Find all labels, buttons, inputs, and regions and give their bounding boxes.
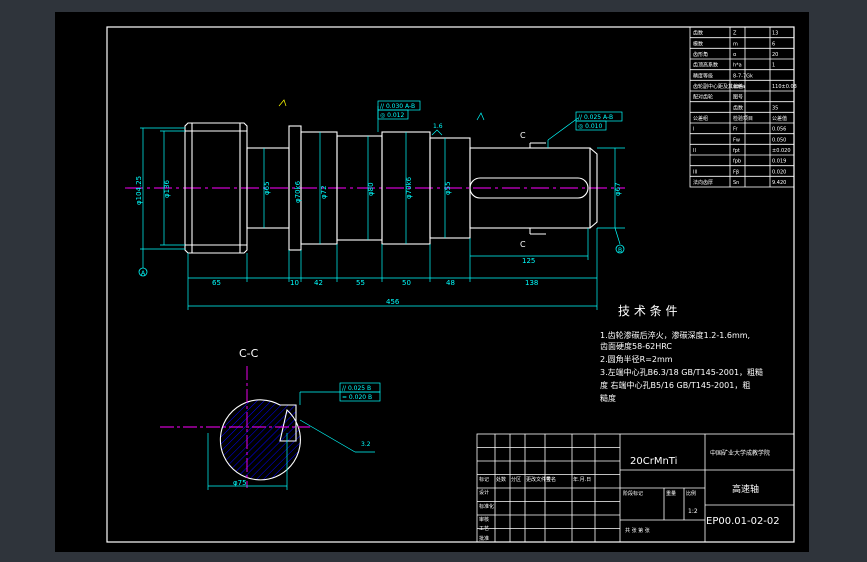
tech-title: 技 术 条 件 (618, 304, 677, 318)
dim-bottom-1: 65 (212, 279, 221, 287)
param-cell: fpt (733, 148, 740, 154)
param-cell: 齿数 (693, 30, 703, 37)
param-cell: 模数 (693, 40, 703, 47)
param-cell: 法向齿厚 (693, 179, 713, 186)
param-cell: 0.056 (772, 127, 786, 133)
tb-stage-label: 比例 (686, 490, 696, 497)
param-cell: 图号 (733, 95, 743, 101)
tb-material: 20CrMnTi (630, 456, 677, 467)
param-cell: 公差组 (693, 115, 708, 122)
param-cell: Sn (733, 180, 739, 186)
tech-line-1: 1.齿轮渗碳后淬火，渗碳深度1.2-1.6mm, (600, 330, 750, 340)
param-cell: Z (733, 31, 737, 37)
tb-row-label: 工艺 (479, 526, 489, 532)
tb-stage-label: 重量 (666, 490, 676, 497)
dim-root-dia: φ136 (163, 179, 171, 198)
param-cell: h*a (733, 63, 742, 69)
sheet-background (55, 12, 809, 552)
param-cell: Fw (733, 137, 740, 143)
cad-viewport: 齿数 Z 13 模数 m 6 齿形角 α 20 齿顶高系数 h*a 1 精度等级 8-7-7Gk 齿轮副中心… (0, 0, 867, 562)
tb-row-label: 设计 (479, 489, 489, 496)
dim-gear-dia: φ104.25 (135, 176, 143, 205)
param-cell: m (733, 41, 738, 47)
dim-dia-3: φ72 (320, 185, 328, 199)
section-mark-top: C (520, 131, 526, 140)
gdt-sec-2: = 0.020 B (342, 394, 372, 401)
section-title: C-C (239, 347, 259, 360)
gdt-sec-1: // 0.025 B (342, 385, 371, 392)
param-cell: 6 (772, 41, 775, 47)
param-cell: 9.420 (772, 180, 786, 186)
gdt-left-1: // 0.030 A-B (380, 103, 415, 110)
param-cell: 检验项目 (733, 115, 753, 122)
param-cell: III (693, 169, 697, 175)
dim-dia-5: φ70k6 (405, 176, 413, 199)
param-cell: 齿数 (733, 104, 743, 111)
param-cell: 齿顶高系数 (693, 62, 718, 69)
tech-line-4: 3.左端中心孔B6.3/18 GB/T145-2001，粗糙 (600, 367, 763, 377)
tb-col-label: 标记 (479, 476, 489, 483)
gdt-left-2: ◎ 0.012 (380, 112, 405, 119)
param-cell: 公差值 (772, 115, 787, 122)
dim-dia-1: φ65 (263, 181, 271, 195)
param-cell: 齿形角 (693, 51, 708, 58)
tb-scale: 1:2 (688, 508, 698, 515)
param-cell: 1 (772, 63, 775, 69)
section-hatch (219, 399, 301, 481)
dim-bottom-3: 42 (314, 279, 323, 287)
tb-sheet: 共 张 第 张 (625, 527, 650, 534)
tb-col-label: 处数 (496, 476, 506, 483)
dim-dia-4: φ80 (367, 182, 375, 196)
dim-bottom-5: 50 (402, 279, 411, 287)
gdt-right-1: // 0.025 A-B (578, 114, 613, 121)
dim-bottom-2: 10 (290, 279, 299, 287)
dim-dia-7: φ67 (614, 182, 622, 196)
dim-bottom-6: 48 (446, 279, 455, 287)
engineering-drawing: 齿数 Z 13模数 m 6齿形角 α 20齿顶高系数 h*a 1精度等级 8-7-7Gk齿轮副中心… (55, 12, 809, 552)
dim-section-dia: φ75 (233, 479, 247, 487)
tb-school: 中国矿业大学成教学院 (710, 449, 770, 457)
dim-bottom-7: 138 (525, 279, 538, 287)
tech-line-2: 齿面硬度58-62HRC (600, 341, 672, 351)
param-cell: 110±0.03 (772, 84, 797, 90)
dim-keyway-len: 125 (522, 257, 535, 265)
tb-drawing-no: EP00.01-02-02 (706, 516, 780, 527)
tb-col-label: 签名 (546, 476, 556, 483)
tb-part-name: 高速轴 (732, 483, 759, 495)
param-cell: 0.019 (772, 159, 786, 165)
param-cell: a±fa (733, 84, 745, 90)
param-cell: 8-7-7Gk (733, 73, 753, 79)
param-cell: 精度等级 (693, 72, 713, 79)
dim-dia-2: φ70k6 (294, 180, 302, 203)
roughness-a: 1.6 (433, 123, 443, 130)
tb-row-label: 标准化 (479, 503, 494, 510)
param-cell: ±0.020 (772, 148, 791, 154)
param-cell: 35 (772, 105, 778, 111)
tb-row-label: 审核 (479, 516, 489, 523)
gdt-right-2: ◎ 0.010 (578, 123, 603, 130)
dim-dia-6: φ55 (444, 181, 452, 195)
tb-col-label: 分区 (511, 476, 521, 483)
dim-bottom-4: 55 (356, 279, 365, 287)
tb-stage-label: 阶段标记 (623, 490, 643, 497)
param-cell: 0.050 (772, 137, 786, 143)
param-cell: 0.020 (772, 169, 786, 175)
param-cell: Fβ (733, 169, 739, 175)
param-cell: I (693, 127, 694, 133)
param-cell: 配对齿轮 (693, 94, 713, 101)
tb-col-label: 年.月.日 (573, 476, 591, 483)
param-cell: fpb (733, 159, 741, 165)
tech-line-6: 糙度 (600, 393, 616, 403)
section-mark-bottom: C (520, 240, 526, 249)
param-cell: II (693, 148, 696, 154)
datum-b-label: B (618, 247, 622, 254)
roughness-b: 3.2 (361, 441, 371, 448)
tb-row-label: 批准 (479, 535, 489, 542)
dim-total: 456 (386, 298, 400, 306)
param-cell: 20 (772, 52, 778, 58)
param-cell: 13 (772, 31, 778, 37)
tech-line-5: 度 右端中心孔B5/16 GB/T145-2001，粗 (600, 380, 750, 390)
tech-line-3: 2.圆角半径R=2mm (600, 354, 673, 364)
